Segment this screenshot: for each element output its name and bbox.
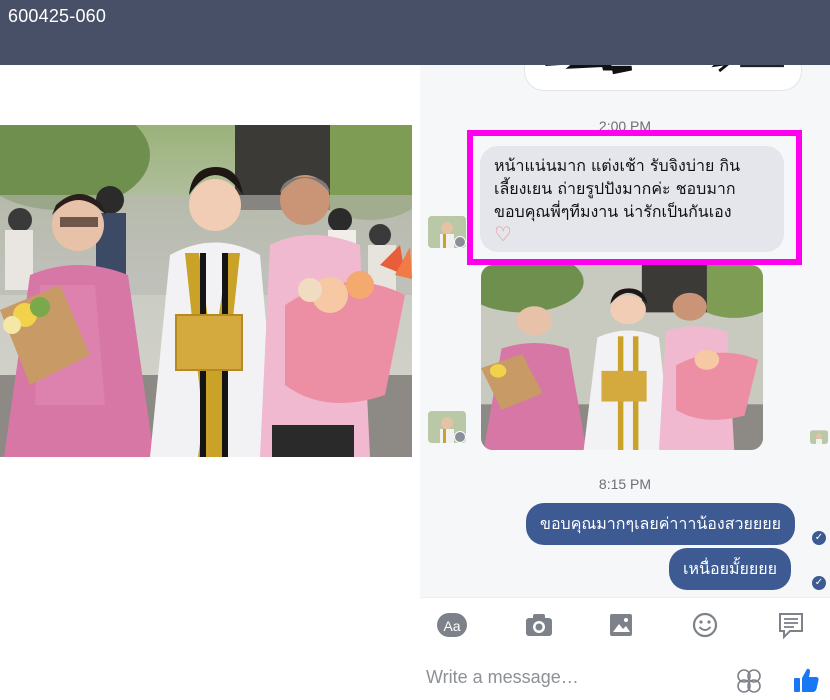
image-icon[interactable]: [604, 610, 638, 640]
emoji-icon[interactable]: [688, 610, 722, 640]
top-bar: 600425-060: [0, 0, 830, 65]
message-composer: [420, 652, 830, 700]
sender-avatar[interactable]: [428, 216, 466, 248]
previous-message-bubble: [524, 65, 802, 91]
seen-avatar-photo: [810, 431, 828, 444]
outgoing-message-bubble[interactable]: เหนื่อยมั้ยยยย: [669, 548, 791, 590]
incoming-photo-message[interactable]: [481, 265, 763, 450]
sticker-icon[interactable]: [736, 668, 762, 694]
post-code: 600425-060: [8, 6, 107, 26]
text-format-icon[interactable]: Aa: [436, 610, 470, 640]
messenger-badge-icon: [454, 236, 466, 248]
timestamp: 8:15 PM: [598, 476, 652, 492]
graduation-photo-image: [0, 125, 412, 457]
seen-indicator-avatar: [810, 430, 828, 444]
aa-label: Aa: [443, 618, 460, 634]
highlight-box: [467, 130, 802, 265]
delivered-check-icon: ✓: [812, 576, 826, 590]
graduation-photo: [0, 125, 412, 457]
outgoing-message-bubble[interactable]: ขอบคุณมากๆเลยค่าาาน้องสวยยยย: [526, 503, 795, 545]
screenshot: 600425-060 2:00 PM หน้าแน่นมาก แต่งเช้า …: [0, 0, 830, 700]
thumbs-up-icon[interactable]: [792, 666, 820, 694]
camera-icon[interactable]: [522, 610, 556, 640]
feedback-icon[interactable]: [774, 610, 808, 640]
delivered-check-icon: ✓: [812, 531, 826, 545]
composer-toolbar: Aa: [420, 597, 830, 652]
sender-avatar[interactable]: [428, 411, 466, 443]
shared-photo-image: [481, 265, 763, 450]
redacted-scribble: [545, 65, 784, 75]
messenger-badge-icon: [454, 431, 466, 443]
message-input[interactable]: [426, 662, 726, 692]
chat-thread[interactable]: 2:00 PM หน้าแน่นมาก แต่งเช้า รับจิงบ่าย …: [420, 65, 830, 597]
